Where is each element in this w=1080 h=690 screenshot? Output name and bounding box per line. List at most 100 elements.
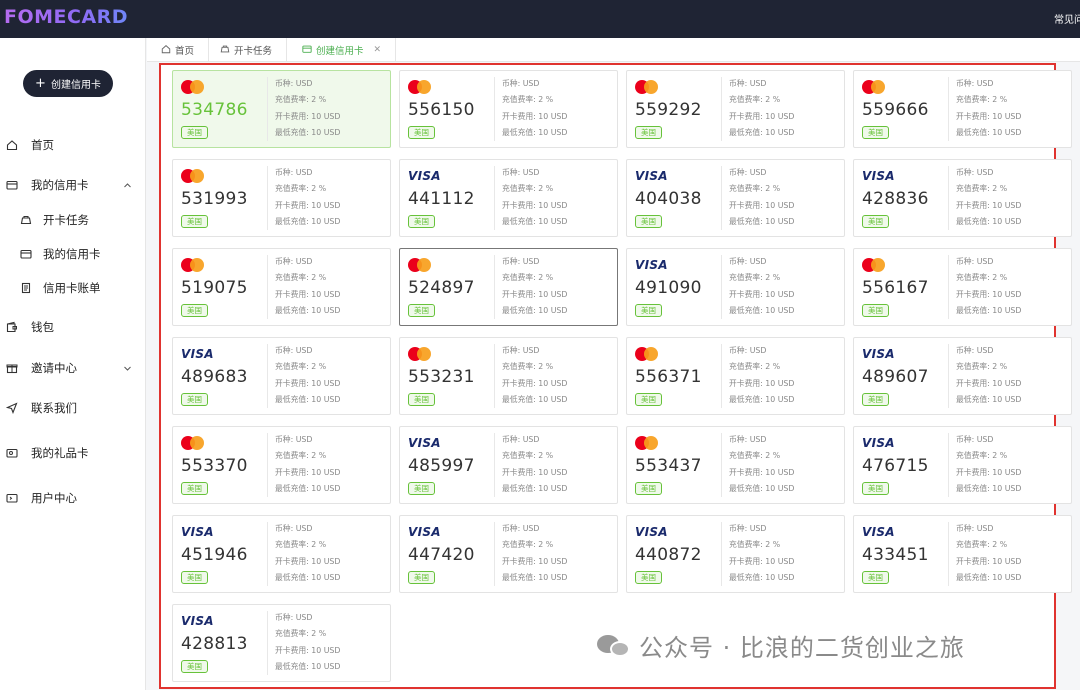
faq-link[interactable]: 常见问题 xyxy=(1054,11,1080,26)
card-bin-option[interactable]: 559292 美国 币种: USD 充值费率: 2 % 开卡费用: 10 USD 最低充值… xyxy=(626,70,845,148)
min-topup-text: 最低充值: 10 USD xyxy=(275,662,341,672)
card-bin-option[interactable]: VISA 447420 美国 币种: USD 充值费率: 2 % 开卡费用: 10 USD… xyxy=(399,515,618,593)
region-badge: 美国 xyxy=(635,215,662,228)
sidebar-item-label: 联系我们 xyxy=(31,401,77,415)
min-topup-text: 最低充值: 10 USD xyxy=(729,306,795,316)
currency-text: 币种: USD xyxy=(502,168,540,177)
currency-text: 币种: USD xyxy=(729,435,767,444)
card-bin-option[interactable]: 553370 美国 币种: USD 充值费率: 2 % 开卡费用: 10 USD 最低充值… xyxy=(172,426,391,504)
card-bin-option[interactable]: 556150 美国 币种: USD 充值费率: 2 % 开卡费用: 10 USD 最低充值… xyxy=(399,70,618,148)
currency-text: 币种: USD xyxy=(275,168,313,177)
card-bin-option[interactable]: VISA 489607 美国 币种: USD 充值费率: 2 % 开卡费用: 10 USD… xyxy=(853,337,1072,415)
sidebar-item-wallet[interactable]: 钱包 xyxy=(0,316,146,338)
min-topup-text: 最低充值: 10 USD xyxy=(275,484,341,494)
divider xyxy=(948,433,949,497)
card-bin-option[interactable]: 519075 美国 币种: USD 充值费率: 2 % 开卡费用: 10 USD 最低充值… xyxy=(172,248,391,326)
card-bin-number: 441112 xyxy=(408,189,475,209)
region-badge: 美国 xyxy=(181,571,208,584)
currency-text: 币种: USD xyxy=(502,257,540,266)
divider xyxy=(721,522,722,586)
card-info: 币种: USD 充值费率: 2 % 开卡费用: 10 USD 最低充值: 10 USD xyxy=(729,346,794,412)
card-bin-grid: 534786 美国 币种: USD 充值费率: 2 % 开卡费用: 10 USD 最低充值… xyxy=(159,63,1072,689)
sidebar-item-label: 我的信用卡 xyxy=(43,247,101,261)
fee-rate-text: 充值费率: 2 % xyxy=(275,184,327,194)
divider xyxy=(948,77,949,141)
open-fee-text: 开卡费用: 10 USD xyxy=(502,378,568,388)
tab-create-card[interactable]: 创建信用卡 ✕ xyxy=(288,38,397,62)
currency-text: 币种: USD xyxy=(956,257,994,266)
card-info: 币种: USD 充值费率: 2 % 开卡费用: 10 USD 最低充值: 10 USD xyxy=(956,435,1021,501)
open-fee-text: 开卡费用: 10 USD xyxy=(502,556,568,566)
card-bin-option[interactable]: 531993 美国 币种: USD 充值费率: 2 % 开卡费用: 10 USD 最低充值… xyxy=(172,159,391,237)
close-icon[interactable]: ✕ xyxy=(374,45,382,55)
open-fee-text: 开卡费用: 10 USD xyxy=(729,556,795,566)
region-badge: 美国 xyxy=(862,482,889,495)
min-topup-text: 最低充值: 10 USD xyxy=(502,217,568,227)
currency-text: 币种: USD xyxy=(956,79,994,88)
visa-logo-icon: VISA xyxy=(862,169,895,183)
sidebar-item-contact-us[interactable]: 联系我们 xyxy=(0,397,146,419)
region-badge: 美国 xyxy=(635,482,662,495)
currency-text: 币种: USD xyxy=(502,524,540,533)
card-bin-option[interactable]: VISA 485997 美国 币种: USD 充值费率: 2 % 开卡费用: 10 USD… xyxy=(399,426,618,504)
tab-home[interactable]: 首页 xyxy=(147,38,210,62)
open-fee-text: 开卡费用: 10 USD xyxy=(956,556,1022,566)
card-bin-option[interactable]: VISA 404038 美国 币种: USD 充值费率: 2 % 开卡费用: 10 USD… xyxy=(626,159,845,237)
divider xyxy=(267,611,268,675)
fee-rate-text: 充值费率: 2 % xyxy=(502,184,554,194)
region-badge: 美国 xyxy=(181,126,208,139)
card-info: 币种: USD 充值费率: 2 % 开卡费用: 10 USD 最低充值: 10 USD xyxy=(275,613,340,679)
card-bin-option[interactable]: VISA 433451 美国 币种: USD 充值费率: 2 % 开卡费用: 10 USD… xyxy=(853,515,1072,593)
visa-logo-icon: VISA xyxy=(181,347,214,361)
card-bin-option[interactable]: VISA 428813 美国 币种: USD 充值费率: 2 % 开卡费用: 10 USD… xyxy=(172,604,391,682)
card-bin-number: 491090 xyxy=(635,278,702,298)
sidebar-item-home[interactable]: 首页 xyxy=(0,134,146,156)
user-center-icon xyxy=(6,492,18,504)
visa-logo-icon: VISA xyxy=(408,436,441,450)
card-bin-option[interactable]: 524897 美国 币种: USD 充值费率: 2 % 开卡费用: 10 USD 最低充值… xyxy=(399,248,618,326)
currency-text: 币种: USD xyxy=(729,524,767,533)
open-fee-text: 开卡费用: 10 USD xyxy=(502,200,568,210)
open-fee-text: 开卡费用: 10 USD xyxy=(502,289,568,299)
card-bin-option[interactable]: VISA 451946 美国 币种: USD 充值费率: 2 % 开卡费用: 10 USD… xyxy=(172,515,391,593)
region-badge: 美国 xyxy=(181,393,208,406)
sidebar-item-invite-center[interactable]: 邀请中心 xyxy=(0,357,146,379)
min-topup-text: 最低充值: 10 USD xyxy=(502,306,568,316)
card-bin-option[interactable]: VISA 441112 美国 币种: USD 充值费率: 2 % 开卡费用: 10 USD… xyxy=(399,159,618,237)
card-bin-option[interactable]: VISA 489683 美国 币种: USD 充值费率: 2 % 开卡费用: 10 USD… xyxy=(172,337,391,415)
card-bin-option[interactable]: VISA 440872 美国 币种: USD 充值费率: 2 % 开卡费用: 10 USD… xyxy=(626,515,845,593)
divider xyxy=(721,77,722,141)
sidebar-item-my-cards-group[interactable]: 我的信用卡 xyxy=(0,174,146,196)
divider xyxy=(948,344,949,408)
tab-card-tasks[interactable]: 开卡任务 xyxy=(206,38,288,62)
currency-text: 币种: USD xyxy=(275,346,313,355)
min-topup-text: 最低充值: 10 USD xyxy=(275,128,341,138)
open-fee-text: 开卡费用: 10 USD xyxy=(502,111,568,121)
sidebar-item-my-cards[interactable]: 我的信用卡 xyxy=(0,243,146,265)
card-bin-number: 433451 xyxy=(862,545,929,565)
sidebar-item-card-bills[interactable]: 信用卡账单 xyxy=(0,277,146,299)
card-info: 币种: USD 充值费率: 2 % 开卡费用: 10 USD 最低充值: 10 USD xyxy=(956,524,1021,590)
card-bin-option[interactable]: 534786 美国 币种: USD 充值费率: 2 % 开卡费用: 10 USD 最低充值… xyxy=(172,70,391,148)
card-bin-option[interactable]: 559666 美国 币种: USD 充值费率: 2 % 开卡费用: 10 USD 最低充值… xyxy=(853,70,1072,148)
card-bin-option[interactable]: VISA 428836 美国 币种: USD 充值费率: 2 % 开卡费用: 10 USD… xyxy=(853,159,1072,237)
min-topup-text: 最低充值: 10 USD xyxy=(502,128,568,138)
create-card-button[interactable]: + 创建信用卡 xyxy=(23,70,113,97)
card-bin-option[interactable]: VISA 491090 美国 币种: USD 充值费率: 2 % 开卡费用: 10 USD… xyxy=(626,248,845,326)
fee-rate-text: 充值费率: 2 % xyxy=(729,451,781,461)
card-bin-option[interactable]: 556167 美国 币种: USD 充值费率: 2 % 开卡费用: 10 USD 最低充值… xyxy=(853,248,1072,326)
card-bin-option[interactable]: VISA 476715 美国 币种: USD 充值费率: 2 % 开卡费用: 10 USD… xyxy=(853,426,1072,504)
app-logo[interactable]: FOMECARD xyxy=(4,6,128,28)
sidebar-item-user-center[interactable]: 用户中心 xyxy=(0,487,146,509)
mastercard-logo-icon xyxy=(181,436,205,450)
region-badge: 美国 xyxy=(862,215,889,228)
card-info: 币种: USD 充值费率: 2 % 开卡费用: 10 USD 最低充值: 10 USD xyxy=(275,435,340,501)
card-bin-option[interactable]: 553437 美国 币种: USD 充值费率: 2 % 开卡费用: 10 USD 最低充值… xyxy=(626,426,845,504)
fee-rate-text: 充值费率: 2 % xyxy=(956,184,1008,194)
sidebar-item-card-tasks[interactable]: 开卡任务 xyxy=(0,209,146,231)
card-info: 币种: USD 充值费率: 2 % 开卡费用: 10 USD 最低充值: 10 USD xyxy=(729,435,794,501)
sidebar-item-my-gift-cards[interactable]: 我的礼品卡 xyxy=(0,442,146,464)
card-bin-option[interactable]: 553231 美国 币种: USD 充值费率: 2 % 开卡费用: 10 USD 最低充值… xyxy=(399,337,618,415)
home-icon xyxy=(161,44,171,57)
card-bin-option[interactable]: 556371 美国 币种: USD 充值费率: 2 % 开卡费用: 10 USD 最低充值… xyxy=(626,337,845,415)
